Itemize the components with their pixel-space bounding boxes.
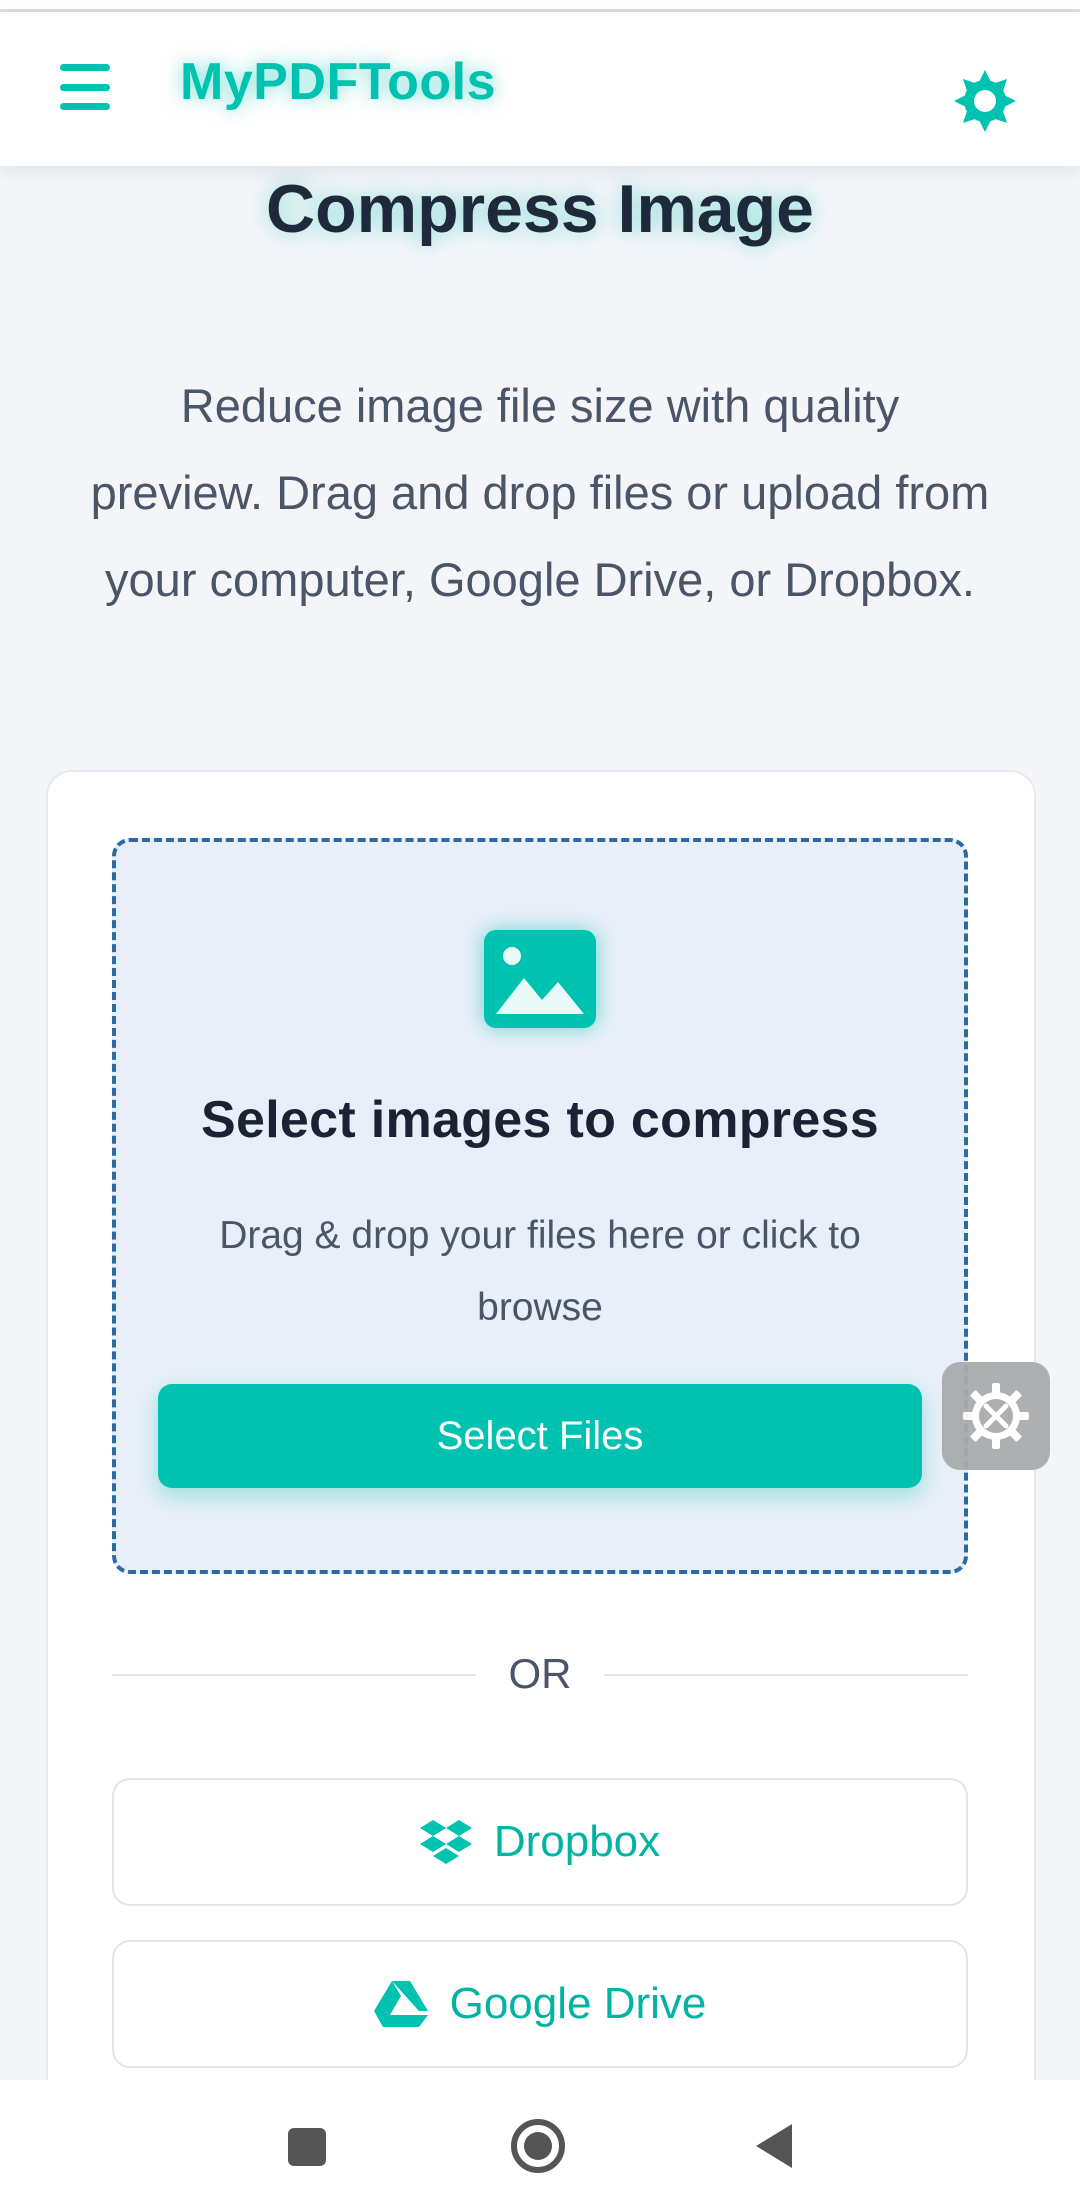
dropzone-subtitle: Drag & drop your files here or click to … [219, 1214, 861, 1329]
theme-toggle-button[interactable] [952, 68, 1018, 134]
google-drive-label: Google Drive [449, 1979, 707, 2028]
divider-line-right [604, 1674, 968, 1676]
system-navigation-bar [0, 2080, 1080, 2211]
tools-gear-icon [963, 1383, 1029, 1449]
or-divider-text: OR [508, 1650, 572, 1697]
circle-icon [511, 2119, 565, 2173]
hamburger-menu-icon [60, 64, 110, 71]
page-title: Compress Image [266, 171, 814, 247]
dropbox-button[interactable]: Dropbox [112, 1778, 968, 1906]
image-icon [484, 930, 596, 1028]
dropzone-title: Select images to compress [200, 1091, 879, 1149]
brand-logo-text[interactable]: MyPDFTools [180, 52, 496, 112]
menu-button[interactable] [60, 64, 120, 110]
divider-line-left [112, 1674, 476, 1676]
dropbox-label: Dropbox [493, 1817, 661, 1866]
google-drive-icon [373, 1981, 428, 2027]
home-button[interactable] [508, 2116, 568, 2176]
app-header: MyPDFTools [0, 12, 1080, 166]
dropbox-icon [419, 1820, 472, 1864]
select-files-button[interactable]: Select Files [158, 1384, 922, 1488]
status-bar-strip [0, 0, 1080, 12]
hamburger-menu-icon-bar [60, 83, 110, 91]
floating-tools-button[interactable] [942, 1362, 1050, 1470]
square-icon [288, 2128, 326, 2166]
triangle-back-icon [756, 2124, 792, 2168]
page: MyPDFTools Compress Image Reduce image f… [0, 0, 1080, 2211]
page-description: Reduce image file size with quality prev… [90, 379, 990, 606]
recents-button[interactable] [276, 2116, 336, 2176]
sun-gear-icon [954, 70, 1016, 132]
hamburger-menu-icon-bar [60, 103, 110, 110]
back-button[interactable] [744, 2116, 804, 2176]
google-drive-button[interactable]: Google Drive [112, 1940, 968, 2068]
